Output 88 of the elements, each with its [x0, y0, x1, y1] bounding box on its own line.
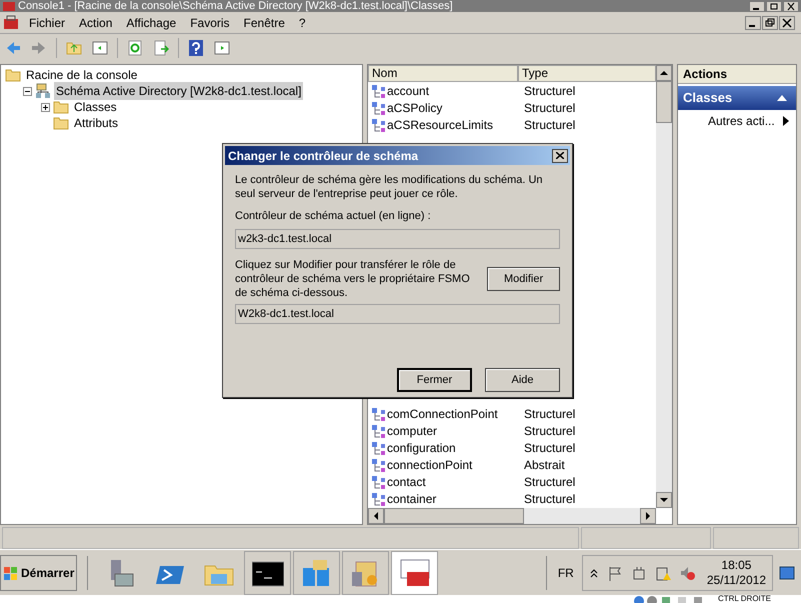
- list-item[interactable]: aCSResourceLimits: [387, 116, 494, 134]
- more-actions-item[interactable]: Autres acti...: [708, 112, 775, 130]
- scroll-thumb[interactable]: [384, 508, 524, 524]
- collapse-arrow-icon: [776, 94, 788, 102]
- column-header[interactable]: Type: [518, 65, 656, 82]
- class-icon: [372, 84, 386, 98]
- table-cell-text: Structurel: [523, 422, 576, 440]
- close-button[interactable]: [552, 148, 568, 162]
- list-item[interactable]: contact: [387, 472, 426, 490]
- table-cell-text: Structurel: [523, 440, 576, 456]
- forward-arrow-icon: [31, 40, 47, 56]
- network-warning-icon: [654, 564, 671, 580]
- submenu-arrow-icon: [783, 116, 790, 126]
- collapse-icon[interactable]: [23, 86, 32, 96]
- refresh-icon: [127, 40, 143, 56]
- export-list-icon: [153, 40, 169, 56]
- start-button[interactable]: Démarrer: [0, 554, 78, 590]
- transfer-description: Cliquez sur Modifier pour transférer le rôle de contrôleur de schéma vers le propriétaire FSMO de schéma ci-dessous.: [235, 258, 471, 300]
- list-item[interactable]: comConnectionPoint: [387, 404, 498, 422]
- modify-button[interactable]: Modifier: [487, 267, 560, 291]
- horizontal-scrollbar[interactable]: [368, 508, 656, 524]
- menu-item[interactable]: Fenêtre: [238, 14, 291, 32]
- schema-icon: [35, 83, 51, 99]
- list-item[interactable]: configuration: [387, 438, 456, 456]
- vertical-scrollbar[interactable]: [656, 65, 672, 508]
- close-icon: [556, 152, 564, 159]
- dialog-description: Le contrôleur de schéma gère les modifications du schéma. Un seul serveur de l'entreprise peut jouer ce rôle.: [235, 173, 544, 201]
- tree-item[interactable]: Classes: [72, 98, 119, 116]
- class-icon: [372, 424, 386, 438]
- toolbox-icon: [2, 14, 20, 30]
- target-controller-field[interactable]: W2k8-dc1.test.local: [235, 304, 560, 324]
- folder-up-icon: [66, 40, 82, 56]
- menu-item[interactable]: Affichage: [120, 14, 182, 32]
- class-icon: [372, 492, 386, 506]
- expand-icon[interactable]: [41, 102, 50, 112]
- host-key-label: CTRL DROITE: [718, 595, 771, 603]
- class-icon: [372, 458, 386, 472]
- list-item[interactable]: connectionPoint: [387, 456, 472, 474]
- table-cell-text: Structurel: [523, 406, 576, 422]
- scroll-thumb[interactable]: [656, 81, 672, 123]
- clock-time[interactable]: 18:05: [721, 558, 752, 572]
- class-icon: [372, 118, 386, 132]
- folder-icon: [53, 115, 69, 131]
- help-icon: [188, 40, 204, 56]
- section-header[interactable]: Classes: [678, 86, 796, 110]
- list-item[interactable]: aCSPolicy: [387, 98, 442, 116]
- current-controller-field[interactable]: w2k3-dc1.test.local: [235, 229, 560, 249]
- tree-item[interactable]: Schéma Active Directory [W2k8-dc1.test.local]: [54, 82, 304, 100]
- tree-item[interactable]: Racine de la console: [24, 66, 140, 84]
- taskbar-button[interactable]: [244, 550, 292, 594]
- class-icon: [372, 406, 386, 420]
- close-dialog-button[interactable]: Fermer: [397, 368, 472, 392]
- table-cell-text: Abstrait: [523, 456, 565, 474]
- menu-item[interactable]: Action: [73, 14, 118, 32]
- list-item[interactable]: computer: [387, 422, 438, 440]
- list-item[interactable]: account: [387, 82, 430, 100]
- menu-item[interactable]: ?: [292, 14, 312, 32]
- help-button[interactable]: Aide: [485, 368, 560, 392]
- table-cell-text: Structurel: [523, 100, 576, 116]
- flag-icon: [606, 564, 623, 580]
- power-plug-icon: [630, 564, 647, 580]
- table-cell-text: Structurel: [523, 490, 576, 508]
- windows-logo-icon: [3, 564, 19, 580]
- field-label: Contrôleur de schéma actuel (en ligne) :: [235, 209, 432, 223]
- app-icon: [2, 0, 16, 12]
- muted-speaker-icon: [678, 564, 695, 580]
- back-arrow-icon: [5, 40, 21, 56]
- table-cell-text: Structurel: [523, 116, 576, 134]
- language-indicator[interactable]: FR: [558, 564, 574, 582]
- pane-toggle-icon: [92, 40, 108, 56]
- class-icon: [372, 474, 386, 488]
- column-header[interactable]: Nom: [368, 65, 518, 82]
- pane-toggle-icon: [214, 40, 230, 56]
- menu-item[interactable]: Fichier: [23, 14, 72, 32]
- show-desktop-icon: [779, 566, 795, 580]
- folder-icon: [5, 67, 21, 83]
- dialog-title: Changer le contrôleur de schéma: [228, 148, 418, 164]
- pane-title: Actions: [678, 65, 796, 84]
- toolbox-icon: [398, 558, 431, 588]
- menu-item[interactable]: Favoris: [184, 14, 236, 32]
- class-icon: [372, 440, 386, 454]
- tree-item[interactable]: Attributs: [72, 114, 120, 132]
- class-icon: [372, 100, 386, 114]
- list-item[interactable]: container: [387, 490, 436, 508]
- table-cell-text: Structurel: [523, 82, 576, 100]
- table-cell-text: Structurel: [523, 474, 576, 490]
- clock-date[interactable]: 25/11/2012: [706, 572, 766, 588]
- window-title: Console1 - [Racine de la console\Schéma Active Directory [W2k8-dc1.test.local]\Classes]: [18, 0, 453, 12]
